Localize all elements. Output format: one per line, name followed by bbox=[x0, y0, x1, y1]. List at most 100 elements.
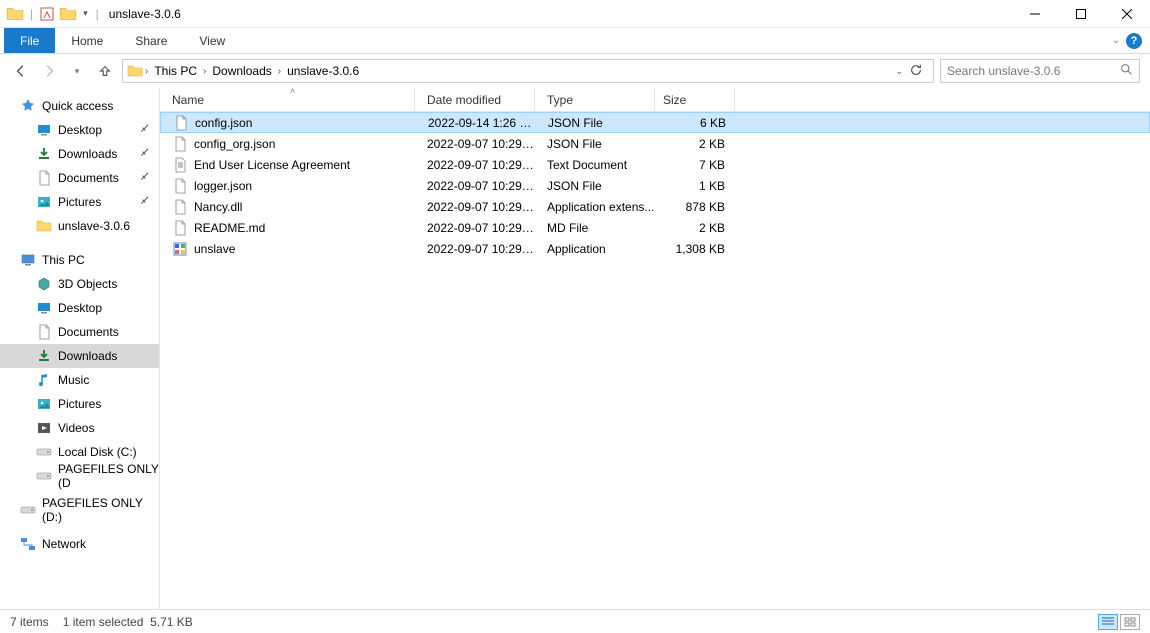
sidebar-item[interactable]: Desktop bbox=[0, 118, 159, 142]
sidebar-item-label: PAGEFILES ONLY (D bbox=[58, 462, 159, 490]
back-button[interactable] bbox=[10, 60, 32, 82]
chevron-right-icon[interactable]: › bbox=[278, 66, 281, 77]
sidebar-item[interactable]: unslave-3.0.6 bbox=[0, 214, 159, 238]
sidebar-item[interactable]: Local Disk (C:) bbox=[0, 440, 159, 464]
sidebar-item-label: Desktop bbox=[58, 301, 102, 315]
file-row[interactable]: unslave2022-09-07 10:29 ...Application1,… bbox=[160, 238, 1150, 259]
sidebar-item[interactable]: Music bbox=[0, 368, 159, 392]
new-folder-icon[interactable] bbox=[59, 5, 77, 23]
status-selection: 1 item selected 5.71 KB bbox=[63, 615, 193, 629]
file-date: 2022-09-07 10:29 ... bbox=[415, 179, 535, 193]
file-date: 2022-09-07 10:29 ... bbox=[415, 242, 535, 256]
file-row[interactable]: config_org.json2022-09-07 10:29 ...JSON … bbox=[160, 133, 1150, 154]
column-type[interactable]: Type bbox=[535, 88, 655, 111]
music-icon bbox=[36, 372, 52, 388]
file-row[interactable]: logger.json2022-09-07 10:29 ...JSON File… bbox=[160, 175, 1150, 196]
documents-icon bbox=[36, 170, 52, 186]
pc-icon bbox=[20, 252, 36, 268]
file-date: 2022-09-14 1:26 PM bbox=[416, 116, 536, 130]
address-dropdown-icon[interactable]: ⌄ bbox=[895, 66, 903, 77]
file-row[interactable]: End User License Agreement2022-09-07 10:… bbox=[160, 154, 1150, 175]
sidebar-extra-drive[interactable]: PAGEFILES ONLY (D:) bbox=[0, 498, 159, 522]
sidebar-item[interactable]: 3D Objects bbox=[0, 272, 159, 296]
file-type: MD File bbox=[535, 221, 655, 235]
column-name[interactable]: Name bbox=[160, 88, 415, 111]
chevron-right-icon[interactable]: › bbox=[145, 66, 148, 77]
recent-locations-button[interactable]: ▾ bbox=[66, 60, 88, 82]
app-icon bbox=[172, 241, 188, 257]
search-input[interactable]: Search unslave-3.0.6 bbox=[940, 59, 1140, 83]
file-icon bbox=[172, 178, 188, 194]
sidebar-this-pc[interactable]: This PC bbox=[0, 248, 159, 272]
folder-icon bbox=[127, 63, 143, 79]
breadcrumb-current[interactable]: unslave-3.0.6 bbox=[283, 64, 363, 78]
file-name: README.md bbox=[194, 221, 265, 235]
column-date[interactable]: Date modified bbox=[415, 88, 535, 111]
disk-icon bbox=[36, 444, 52, 460]
window-title: unslave-3.0.6 bbox=[109, 7, 181, 21]
forward-button[interactable] bbox=[38, 60, 60, 82]
separator: | bbox=[96, 7, 99, 21]
file-name: Nancy.dll bbox=[194, 200, 242, 214]
file-type: Application bbox=[535, 242, 655, 256]
close-button[interactable] bbox=[1104, 0, 1150, 28]
star-icon bbox=[20, 98, 36, 114]
file-size: 2 KB bbox=[655, 137, 735, 151]
help-icon[interactable]: ? bbox=[1126, 33, 1142, 49]
file-row[interactable]: config.json2022-09-14 1:26 PMJSON File6 … bbox=[160, 112, 1150, 133]
ribbon-tabs: File Home Share View ⌄ ? bbox=[0, 28, 1150, 54]
sidebar-item-label: Pictures bbox=[58, 397, 101, 411]
tab-view[interactable]: View bbox=[183, 28, 241, 53]
file-date: 2022-09-07 10:29 ... bbox=[415, 137, 535, 151]
tab-file[interactable]: File bbox=[4, 28, 55, 53]
pin-icon bbox=[136, 145, 153, 162]
file-icon bbox=[172, 220, 188, 236]
status-item-count: 7 items bbox=[10, 615, 49, 629]
chevron-right-icon[interactable]: › bbox=[203, 66, 206, 77]
address-bar[interactable]: › This PC › Downloads › unslave-3.0.6 ⌄ bbox=[122, 59, 934, 83]
ribbon-expand-icon[interactable]: ⌄ bbox=[1112, 35, 1120, 46]
sidebar-network[interactable]: Network bbox=[0, 532, 159, 556]
downloads-icon bbox=[36, 146, 52, 162]
file-row[interactable]: README.md2022-09-07 10:29 ...MD File2 KB bbox=[160, 217, 1150, 238]
pictures-icon bbox=[36, 194, 52, 210]
breadcrumb-this-pc[interactable]: This PC bbox=[150, 64, 201, 78]
disk-icon bbox=[20, 502, 36, 518]
tab-home[interactable]: Home bbox=[55, 28, 119, 53]
tab-share[interactable]: Share bbox=[119, 28, 183, 53]
file-rows: config.json2022-09-14 1:26 PMJSON File6 … bbox=[160, 112, 1150, 609]
icons-view-button[interactable] bbox=[1120, 614, 1140, 630]
file-date: 2022-09-07 10:29 ... bbox=[415, 158, 535, 172]
sidebar-quick-access[interactable]: Quick access bbox=[0, 94, 159, 118]
column-size[interactable]: Size bbox=[655, 88, 735, 111]
sidebar-item-label: Downloads bbox=[58, 349, 117, 363]
sidebar-item[interactable]: Downloads bbox=[0, 344, 159, 368]
qat-dropdown-icon[interactable]: ▾ bbox=[83, 8, 88, 19]
sidebar-item[interactable]: Pictures bbox=[0, 190, 159, 214]
file-size: 878 KB bbox=[655, 200, 735, 214]
sidebar-item[interactable]: Desktop bbox=[0, 296, 159, 320]
sidebar-item[interactable]: Pictures bbox=[0, 392, 159, 416]
file-type: Application extens... bbox=[535, 200, 655, 214]
downloads-icon bbox=[36, 348, 52, 364]
properties-icon[interactable] bbox=[39, 6, 55, 22]
up-button[interactable] bbox=[94, 60, 116, 82]
file-name: unslave bbox=[194, 242, 235, 256]
file-row[interactable]: Nancy.dll2022-09-07 10:29 ...Application… bbox=[160, 196, 1150, 217]
minimize-button[interactable] bbox=[1012, 0, 1058, 28]
details-view-button[interactable] bbox=[1098, 614, 1118, 630]
folder-icon bbox=[6, 5, 24, 23]
sidebar-item[interactable]: PAGEFILES ONLY (D bbox=[0, 464, 159, 488]
maximize-button[interactable] bbox=[1058, 0, 1104, 28]
videos-icon bbox=[36, 420, 52, 436]
sidebar-item[interactable]: Documents bbox=[0, 320, 159, 344]
file-date: 2022-09-07 10:29 ... bbox=[415, 221, 535, 235]
breadcrumb-downloads[interactable]: Downloads bbox=[208, 64, 275, 78]
sidebar-item[interactable]: Downloads bbox=[0, 142, 159, 166]
desktop-icon bbox=[36, 122, 52, 138]
file-size: 7 KB bbox=[655, 158, 735, 172]
refresh-icon[interactable] bbox=[905, 63, 927, 80]
sidebar-item[interactable]: Documents bbox=[0, 166, 159, 190]
sidebar-item[interactable]: Videos bbox=[0, 416, 159, 440]
file-type: JSON File bbox=[535, 179, 655, 193]
